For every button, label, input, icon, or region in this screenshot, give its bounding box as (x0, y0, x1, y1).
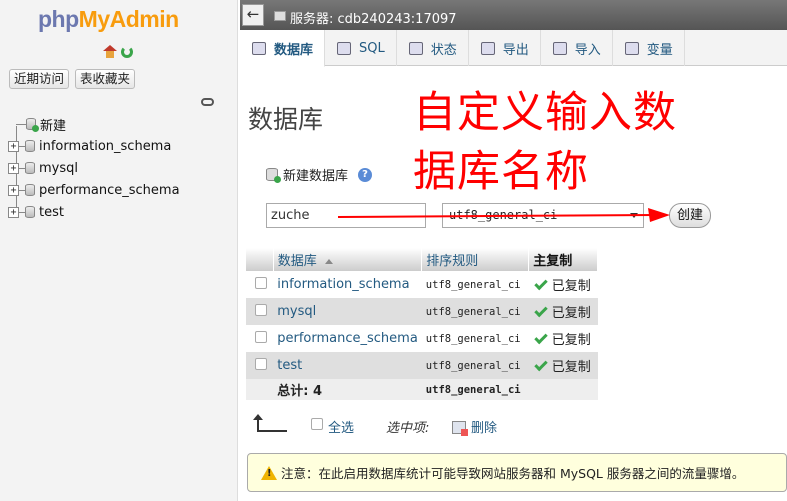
statistics-notice: 注意：在此启用数据库统计可能导致网站服务器和 MySQL 服务器之间的流量骤增。 (247, 453, 787, 492)
tab-sql[interactable]: SQL (325, 30, 397, 66)
new-database-icon (26, 118, 39, 132)
import-icon (552, 41, 567, 55)
table-row: mysql utf8_general_ci 已复制 (246, 298, 598, 325)
tab-status[interactable]: 状态 (397, 30, 469, 66)
tree-item-label: test (39, 204, 64, 220)
database-icon (25, 184, 35, 196)
sql-icon (337, 41, 352, 55)
with-selected-label: 选中项: (386, 421, 430, 436)
create-database-label: 新建数据库 (283, 169, 349, 184)
database-table: 数据库 排序规则 主复制 information_schema utf8_gen… (246, 248, 598, 400)
replication-status: 已复制 (551, 333, 591, 348)
database-link[interactable]: mysql (277, 304, 316, 319)
total-collation: utf8_general_ci (425, 384, 521, 396)
tab-export[interactable]: 导出 (469, 30, 541, 66)
status-icon (408, 41, 423, 55)
check-icon (534, 330, 548, 345)
check-all-arrow-icon (253, 414, 287, 432)
tab-import[interactable]: 导入 (541, 30, 613, 66)
recent-button[interactable]: 近期访问 (9, 69, 70, 89)
server-breadcrumb-bar: ← 服务器: cdb240243:17097 (240, 0, 787, 30)
expand-icon[interactable]: + (8, 184, 19, 196)
expand-icon[interactable]: + (8, 162, 19, 174)
column-header-replication: 主复制 (528, 248, 598, 271)
reload-icon[interactable] (121, 46, 133, 58)
annotation-arrow (337, 208, 670, 222)
link-icon[interactable] (201, 98, 214, 106)
server-breadcrumb[interactable]: 服务器: cdb240243:17097 (290, 8, 457, 27)
table-header-row: 数据库 排序规则 主复制 (246, 248, 598, 271)
export-icon (480, 41, 495, 55)
table-row: test utf8_general_ci 已复制 (246, 352, 598, 379)
back-button[interactable]: ← (242, 4, 264, 26)
tree-item-label: information_schema (39, 138, 172, 154)
tab-databases[interactable]: 数据库 (240, 30, 326, 67)
collation-cell: utf8_general_ci (425, 306, 521, 318)
create-button[interactable]: 创建 (669, 203, 711, 228)
row-checkbox[interactable] (255, 276, 267, 289)
delete-button[interactable]: 删除 (471, 417, 497, 436)
annotation-text: 自定义输入数 据库名称 (413, 88, 677, 197)
help-icon[interactable]: ? (358, 167, 373, 182)
create-database-header: 新建数据库 ? (266, 165, 373, 184)
notice-text: 注意：在此启用数据库统计可能导致网站服务器和 MySQL 服务器之间的流量骤增。 (281, 466, 745, 481)
tree-item-test[interactable]: + test (8, 202, 64, 222)
database-link[interactable]: test (277, 358, 302, 373)
tab-variables[interactable]: 变量 (613, 30, 685, 66)
nav-icons (103, 45, 133, 58)
tree-item-label: mysql (39, 160, 78, 176)
delete-icon[interactable] (452, 421, 468, 436)
table-row: information_schema utf8_general_ci 已复制 (246, 271, 598, 298)
row-checkbox[interactable] (255, 330, 267, 343)
total-count: 总计: 4 (277, 384, 323, 399)
replication-status: 已复制 (551, 360, 591, 375)
tree-item-performance-schema[interactable]: + performance_schema (8, 180, 180, 200)
database-icon (252, 41, 266, 55)
database-icon (25, 206, 35, 218)
collation-cell: utf8_general_ci (425, 333, 521, 345)
table-total-row: 总计: 4 utf8_general_ci (246, 379, 598, 400)
expand-icon[interactable]: + (8, 206, 19, 218)
database-icon (25, 162, 35, 174)
tree-item-label: 新建 (40, 118, 67, 134)
server-icon (274, 11, 286, 21)
sort-ascending-icon (324, 259, 333, 264)
home-icon[interactable] (103, 45, 117, 58)
check-icon (534, 303, 548, 318)
page-title: 数据库 (248, 105, 324, 134)
warning-icon (261, 465, 277, 480)
expand-icon[interactable]: + (8, 140, 19, 152)
collation-cell: utf8_general_ci (425, 279, 521, 291)
favorites-button[interactable]: 表收藏夹 (75, 69, 136, 89)
new-database-icon (266, 168, 281, 183)
select-all-link[interactable]: 全选 (328, 417, 354, 436)
phpmyadmin-logo[interactable]: phpMyAdmin (38, 6, 179, 33)
tree-item-information-schema[interactable]: + information_schema (8, 136, 171, 156)
column-header-database[interactable]: 数据库 (273, 248, 423, 271)
row-checkbox[interactable] (255, 303, 267, 316)
tree-item-new[interactable]: 新建 (8, 114, 66, 134)
select-all-checkbox[interactable] (311, 418, 323, 430)
table-row: performance_schema utf8_general_ci 已复制 (246, 325, 598, 352)
tree-item-label: performance_schema (39, 182, 180, 198)
main-tabs: 数据库 SQL 状态 导出 导入 变量 (240, 30, 787, 67)
check-icon (534, 357, 548, 372)
navigation-panel: phpMyAdmin 近期访问 表收藏夹 新建 + information_sc… (0, 0, 238, 501)
tree-item-mysql[interactable]: + mysql (8, 158, 78, 178)
check-icon (534, 276, 548, 291)
database-link[interactable]: information_schema (277, 277, 409, 292)
collation-cell: utf8_general_ci (425, 360, 521, 372)
replication-status: 已复制 (551, 306, 591, 321)
row-checkbox[interactable] (255, 357, 267, 370)
variables-icon (624, 41, 639, 55)
column-header-collation[interactable]: 排序规则 (421, 248, 530, 271)
replication-status: 已复制 (551, 279, 591, 294)
database-icon (25, 140, 35, 152)
database-link[interactable]: performance_schema (277, 331, 418, 346)
